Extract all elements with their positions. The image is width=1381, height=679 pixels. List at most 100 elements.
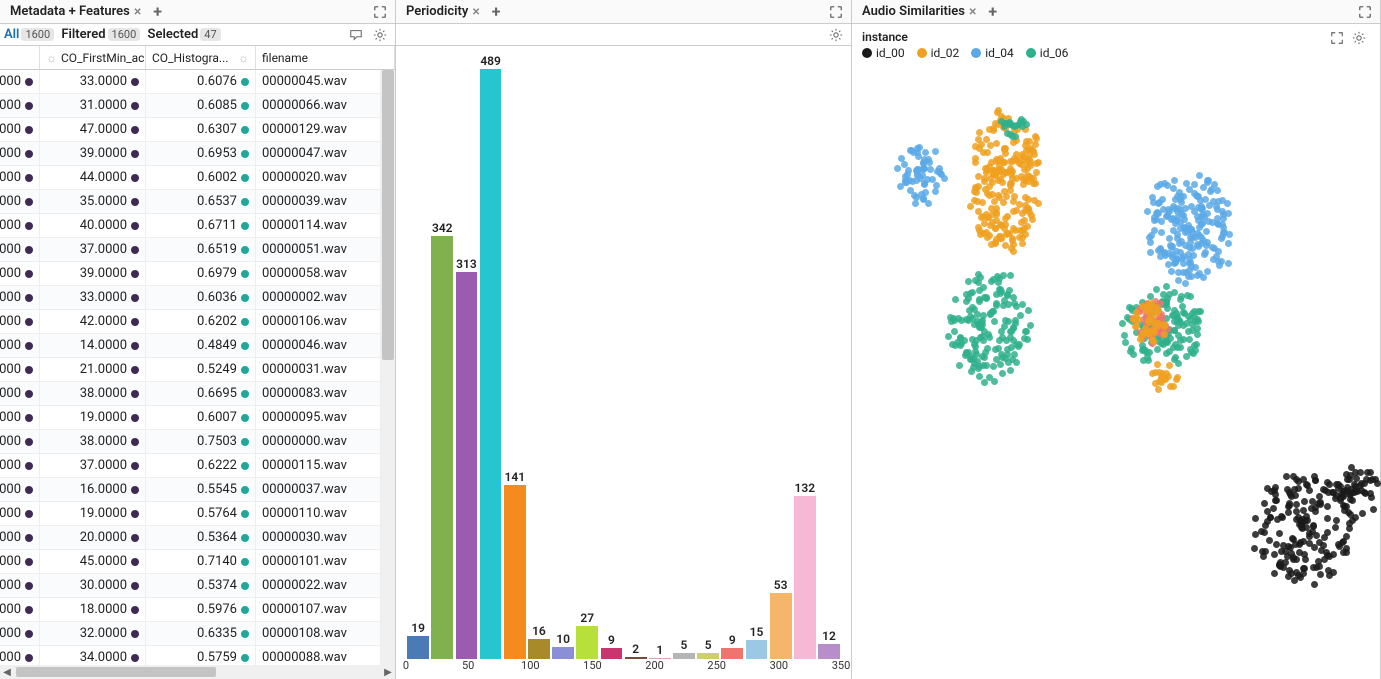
scatter-point <box>1225 240 1232 247</box>
filter-all-label[interactable]: All <box>4 27 19 42</box>
column-header-histogram[interactable]: CO_Histogra... ☼ <box>146 46 256 69</box>
legend-item[interactable]: id_02 <box>917 46 960 60</box>
bar-value-label: 12 <box>822 629 836 643</box>
close-icon[interactable]: × <box>472 4 479 20</box>
table-row[interactable]: 00020.00000.536400000030.wav <box>0 526 381 550</box>
table-row[interactable]: 00033.00000.607600000045.wav <box>0 70 381 94</box>
settings-icon[interactable] <box>369 27 391 43</box>
column-header-filename[interactable]: filename <box>256 46 395 69</box>
table-row[interactable]: 00018.00000.597600000107.wav <box>0 598 381 622</box>
bar[interactable]: 9 <box>720 54 744 659</box>
expand-icon[interactable] <box>1354 4 1376 20</box>
bar[interactable]: 5 <box>672 54 696 659</box>
bar[interactable]: 27 <box>575 54 599 659</box>
close-icon[interactable]: × <box>969 4 976 20</box>
bar[interactable]: 141 <box>503 54 527 659</box>
table-row[interactable]: 00019.00000.576400000110.wav <box>0 502 381 526</box>
speech-icon[interactable] <box>345 27 367 43</box>
table-row[interactable]: 00032.00000.633500000108.wav <box>0 622 381 646</box>
table-row[interactable]: 00039.00000.695300000047.wav <box>0 142 381 166</box>
filter-selected-label[interactable]: Selected <box>148 27 199 42</box>
bar[interactable]: 15 <box>744 54 768 659</box>
table-row[interactable]: 00039.00000.697900000058.wav <box>0 262 381 286</box>
tab-audio-similarities[interactable]: Audio Similarities × <box>856 4 982 20</box>
scatter-point <box>973 189 980 196</box>
legend-item[interactable]: id_04 <box>971 46 1014 60</box>
scatter-point <box>976 129 983 136</box>
table-row[interactable]: 00021.00000.524900000031.wav <box>0 358 381 382</box>
bar[interactable]: 489 <box>479 54 503 659</box>
table-row[interactable]: 00045.00000.714000000101.wav <box>0 550 381 574</box>
scatter-point <box>1171 177 1178 184</box>
bar[interactable]: 313 <box>454 54 478 659</box>
bar[interactable]: 5 <box>696 54 720 659</box>
table-row[interactable]: 00037.00000.651900000051.wav <box>0 238 381 262</box>
table-row[interactable]: 00035.00000.653700000039.wav <box>0 190 381 214</box>
expand-icon[interactable] <box>369 4 391 20</box>
legend-item[interactable]: id_00 <box>862 46 905 60</box>
bar[interactable]: 53 <box>769 54 793 659</box>
scatter-point <box>1022 328 1029 335</box>
scroll-right-arrow[interactable]: ▶ <box>381 667 395 678</box>
scatter-point <box>894 165 901 172</box>
table-row[interactable]: 00033.00000.603600000002.wav <box>0 286 381 310</box>
table-row[interactable]: 00042.00000.620200000106.wav <box>0 310 381 334</box>
scrollbar-thumb[interactable] <box>16 667 216 677</box>
bar[interactable]: 10 <box>551 54 575 659</box>
settings-icon[interactable] <box>1348 30 1370 46</box>
bar[interactable]: 9 <box>599 54 623 659</box>
add-tab-button[interactable]: + <box>982 2 1003 21</box>
bar[interactable]: 132 <box>793 54 817 659</box>
scatter-point <box>1195 243 1202 250</box>
add-tab-button[interactable]: + <box>147 2 168 21</box>
bar-value-label: 10 <box>556 632 570 646</box>
filter-filtered-label[interactable]: Filtered <box>61 27 105 42</box>
table-row[interactable]: 00040.00000.671100000114.wav <box>0 214 381 238</box>
column-header-firstmin[interactable]: ☼ CO_FirstMin_ac <box>40 46 146 69</box>
bar[interactable]: 342 <box>430 54 454 659</box>
vertical-scrollbar[interactable] <box>381 70 395 665</box>
table-row[interactable]: 00014.00000.484900000046.wav <box>0 334 381 358</box>
add-tab-button[interactable]: + <box>486 2 507 21</box>
table-row[interactable]: 00019.00000.600700000095.wav <box>0 406 381 430</box>
cell-index: 000 <box>0 94 40 117</box>
table-row[interactable]: 00034.00000.575900000088.wav <box>0 646 381 665</box>
scrollbar-thumb[interactable] <box>382 70 394 360</box>
cell-filename: 00000039.wav <box>256 190 381 213</box>
table-row[interactable]: 00044.00000.600200000020.wav <box>0 166 381 190</box>
horizontal-scrollbar[interactable]: ◀ ▶ <box>0 665 395 679</box>
fullscreen-icon[interactable] <box>1326 30 1348 46</box>
table-body[interactable]: 00033.00000.607600000045.wav00031.00000.… <box>0 70 381 665</box>
scroll-left-arrow[interactable]: ◀ <box>0 667 14 678</box>
expand-icon[interactable] <box>825 4 847 20</box>
table-row[interactable]: 00047.00000.630700000129.wav <box>0 118 381 142</box>
bar[interactable]: 16 <box>527 54 551 659</box>
x-tick: 300 <box>770 659 789 672</box>
tab-periodicity[interactable]: Periodicity × <box>400 4 486 20</box>
close-icon[interactable]: × <box>134 4 141 20</box>
table-row[interactable]: 00038.00000.750300000000.wav <box>0 430 381 454</box>
bar-value-label: 53 <box>774 578 788 592</box>
table-row[interactable]: 00031.00000.608500000066.wav <box>0 94 381 118</box>
cell-index: 000 <box>0 238 40 261</box>
tab-metadata-features[interactable]: Metadata + Features × <box>4 4 147 20</box>
table-row[interactable]: 00016.00000.554500000037.wav <box>0 478 381 502</box>
table-row[interactable]: 00038.00000.669500000083.wav <box>0 382 381 406</box>
column-header-index[interactable] <box>0 46 40 69</box>
scatter-point <box>958 340 965 347</box>
bar[interactable]: 2 <box>624 54 648 659</box>
settings-icon[interactable] <box>825 27 847 43</box>
scatter-point <box>1155 386 1162 393</box>
table-row[interactable]: 00030.00000.537400000022.wav <box>0 574 381 598</box>
bar-value-label: 27 <box>580 611 594 625</box>
bar-chart[interactable]: 19342313489141161027921559155313212 0501… <box>396 46 851 679</box>
bar[interactable]: 1 <box>648 54 672 659</box>
legend-item[interactable]: id_06 <box>1026 46 1069 60</box>
scatter-point <box>1033 135 1040 142</box>
bar[interactable]: 12 <box>817 54 841 659</box>
bar[interactable]: 19 <box>406 54 430 659</box>
tab-label: Periodicity <box>406 4 468 19</box>
cell-filename: 00000083.wav <box>256 382 381 405</box>
table-row[interactable]: 00037.00000.622200000115.wav <box>0 454 381 478</box>
scatter-plot[interactable] <box>862 64 1370 673</box>
